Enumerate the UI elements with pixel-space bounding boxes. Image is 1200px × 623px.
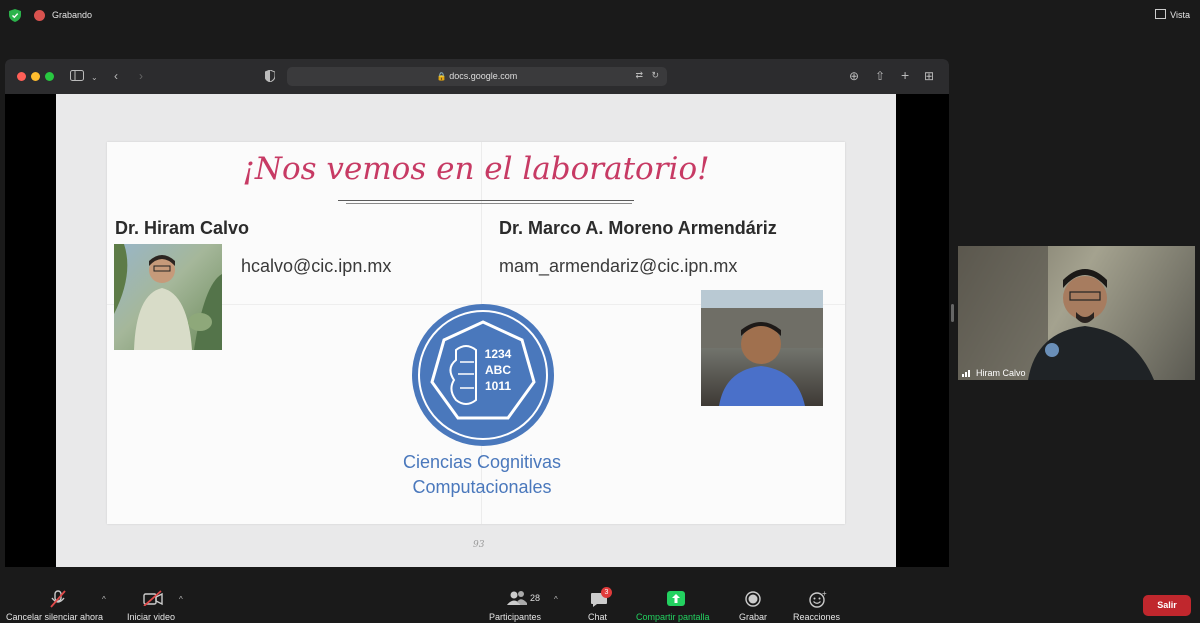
new-tab-icon[interactable]: +: [901, 68, 909, 82]
heading-underline-2: [346, 203, 632, 204]
person1-name: Dr. Hiram Calvo: [115, 218, 250, 238]
video-options-chevron-icon[interactable]: ^: [179, 595, 183, 604]
slide-heading: ¡Nos vemos en el laboratorio!: [242, 151, 710, 187]
minimize-window-icon[interactable]: [31, 72, 40, 81]
meeting-top-bar: Grabando Vista: [0, 0, 1200, 32]
security-shield-icon[interactable]: [9, 9, 21, 22]
recording-icon: [34, 10, 45, 21]
panel-resize-handle[interactable]: [951, 304, 954, 322]
share-screen-label: Compartir pantalla: [636, 612, 710, 622]
start-video-label: Iniciar video: [127, 612, 176, 622]
page-content: ¡Nos vemos en el laboratorio! Dr. Hiram …: [5, 94, 949, 567]
heading-underline: [338, 200, 634, 201]
logo-line2: ABC: [485, 363, 511, 377]
page-number: 93: [473, 540, 485, 550]
downloads-icon[interactable]: ⊕: [849, 69, 859, 83]
participants-options-chevron-icon[interactable]: ^: [554, 595, 558, 604]
chat-label: Chat: [588, 612, 608, 622]
person1-email: hcalvo@cic.ipn.mx: [241, 256, 392, 276]
lock-icon: 🔒: [436, 72, 447, 81]
reactions-emoji-icon: +: [809, 590, 827, 608]
privacy-shield-icon[interactable]: [265, 70, 275, 82]
person2-email: mam_armendariz@cic.ipn.mx: [499, 256, 738, 276]
shared-browser-window: ⌄ ‹ › 🔒 docs.google.com ⇄ ↻ ⊕ ⇧ + ⊞ ¡Nos…: [5, 59, 949, 567]
participants-count: 28: [530, 593, 541, 603]
audio-options-chevron-icon[interactable]: ^: [102, 595, 106, 604]
meeting-controls-bar: ^ Cancelar silenciar ahora ^ Iniciar vid…: [0, 583, 1200, 623]
microphone-muted-icon: [50, 590, 66, 608]
grid-view-icon: [1155, 9, 1167, 19]
reactions-label: Reacciones: [793, 612, 841, 622]
unmute-label: Cancelar silenciar ahora: [6, 612, 104, 622]
translate-icon[interactable]: ⇄: [635, 70, 643, 81]
forward-arrow-icon[interactable]: ›: [139, 69, 143, 83]
record-label: Grabar: [739, 612, 768, 622]
participant-name-label: Hiram Calvo: [962, 368, 1026, 378]
cic-logo: 1234 ABC 1011: [412, 304, 554, 446]
recording-status: Grabando: [52, 10, 93, 20]
tab-overview-icon[interactable]: ⊞: [924, 69, 934, 83]
person1-photo: [114, 244, 222, 350]
sidebar-toggle-icon[interactable]: [70, 70, 84, 81]
participants-icon: [507, 591, 527, 605]
chevron-down-icon[interactable]: ⌄: [91, 71, 98, 85]
address-bar[interactable]: 🔒 docs.google.com ⇄ ↻: [287, 67, 667, 86]
share-icon[interactable]: ⇧: [875, 69, 885, 83]
participants-label: Participantes: [489, 612, 542, 622]
participant-name: Hiram Calvo: [976, 368, 1026, 378]
person2-photo: [701, 290, 823, 406]
url-text: docs.google.com: [449, 71, 518, 81]
share-screen-icon: [667, 591, 685, 606]
record-icon: [745, 591, 761, 607]
participant-video-tile[interactable]: Hiram Calvo: [958, 246, 1195, 380]
close-window-icon[interactable]: [17, 72, 26, 81]
logo-line1: 1234: [485, 347, 512, 361]
zoom-window-icon[interactable]: [45, 72, 54, 81]
org-name-line2: Computacionales: [412, 477, 552, 497]
person2-name: Dr. Marco A. Moreno Armendáriz: [499, 218, 777, 238]
back-arrow-icon[interactable]: ‹: [114, 69, 118, 83]
signal-strength-icon: [962, 370, 970, 377]
logo-line3: 1011: [485, 379, 511, 393]
view-label: Vista: [1170, 10, 1190, 20]
svg-text:+: +: [822, 590, 827, 598]
leave-meeting-button[interactable]: Salir: [1143, 595, 1191, 616]
org-name-line1: Ciencias Cognitivas: [402, 452, 562, 472]
chat-unread-badge: 3: [601, 587, 612, 598]
video-camera-off-icon: [143, 590, 163, 606]
view-button[interactable]: Vista: [1155, 9, 1190, 20]
presentation-slide: ¡Nos vemos en el laboratorio! Dr. Hiram …: [56, 94, 896, 567]
reload-icon[interactable]: ↻: [651, 70, 659, 81]
browser-toolbar: ⌄ ‹ › 🔒 docs.google.com ⇄ ↻ ⊕ ⇧ + ⊞: [5, 59, 949, 94]
